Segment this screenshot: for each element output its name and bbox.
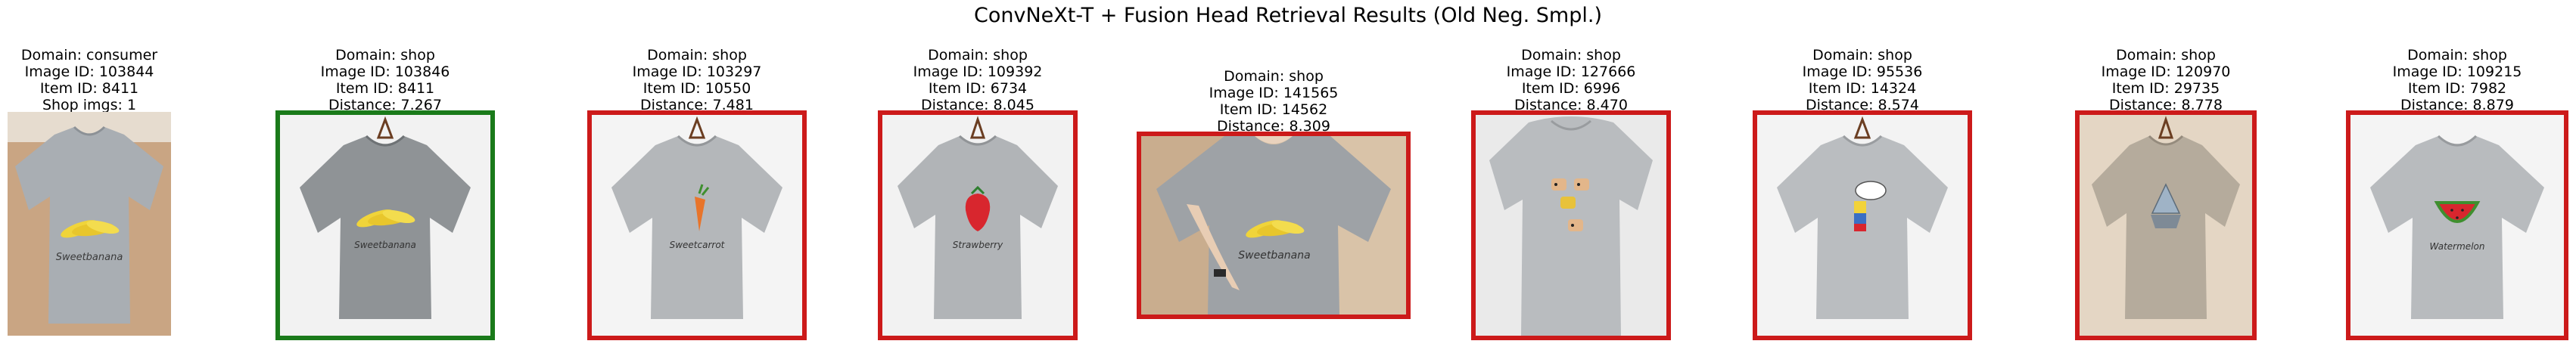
result-image-id: Image ID: 120970 xyxy=(2101,64,2231,80)
result-image-mismatch xyxy=(1753,110,1972,340)
tshirt-photo xyxy=(2080,115,2252,336)
query-domain: Domain: consumer xyxy=(20,47,158,64)
result-panel: Domain: shop Image ID: 120970 Item ID: 2… xyxy=(2075,0,2257,344)
result-item-id: Item ID: 29735 xyxy=(2111,80,2220,97)
result-panel: Domain: shop Image ID: 109215 Item ID: 7… xyxy=(2346,0,2568,344)
result-image-mismatch: Sweetbanana xyxy=(1137,132,1411,319)
tshirt-photo xyxy=(1476,115,1666,336)
result-panel: Domain: shop Image ID: 141565 Item ID: 1… xyxy=(1137,0,1411,344)
result-image-id: Image ID: 95536 xyxy=(1802,64,1923,80)
result-item-id: Item ID: 7982 xyxy=(2407,80,2507,97)
result-item-id: Item ID: 6734 xyxy=(928,80,1028,97)
result-item-id: Item ID: 6996 xyxy=(1521,80,1621,97)
result-domain: Domain: shop xyxy=(1812,47,1912,64)
result-caption: Domain: shop Image ID: 120970 Item ID: 2… xyxy=(2030,47,2302,113)
result-domain: Domain: shop xyxy=(2407,47,2507,64)
tshirt-photo: Sweetbanana xyxy=(1141,136,1406,315)
result-panel: Domain: shop Image ID: 103297 Item ID: 1… xyxy=(587,0,807,344)
result-image-mismatch: Watermelon xyxy=(2346,110,2568,340)
tshirt-photo: Strawberry xyxy=(882,115,1073,336)
tshirt-photo: Sweetcarrot xyxy=(592,115,802,336)
result-caption: Domain: shop Image ID: 95536 Item ID: 14… xyxy=(1707,47,2018,113)
result-caption: Domain: shop Image ID: 109392 Item ID: 6… xyxy=(832,47,1123,113)
result-image-mismatch: Strawberry xyxy=(878,110,1078,340)
result-domain: Domain: shop xyxy=(647,47,747,64)
tshirt-photo: Watermelon xyxy=(2350,115,2564,336)
result-item-id: Item ID: 14562 xyxy=(1219,101,1328,118)
result-domain: Domain: shop xyxy=(928,47,1028,64)
result-domain: Domain: shop xyxy=(1521,47,1621,64)
result-image-id: Image ID: 103846 xyxy=(320,64,450,80)
query-panel: Domain: consumer Image ID: 103844 Item I… xyxy=(8,0,171,344)
result-image-id: Image ID: 109392 xyxy=(913,64,1043,80)
result-domain: Domain: shop xyxy=(2116,47,2216,64)
result-domain: Domain: shop xyxy=(335,47,435,64)
result-caption: Domain: shop Image ID: 103297 Item ID: 1… xyxy=(542,47,852,113)
result-caption: Domain: shop Image ID: 141565 Item ID: 1… xyxy=(1091,68,1456,135)
result-caption: Domain: shop Image ID: 103846 Item ID: 8… xyxy=(230,47,540,113)
tshirt-photo xyxy=(1757,115,1968,336)
shirt-print-text: Sweetbanana xyxy=(56,252,123,263)
result-caption: Domain: shop Image ID: 109215 Item ID: 7… xyxy=(2301,47,2576,113)
query-image: Sweetbanana xyxy=(8,112,171,336)
result-image-mismatch xyxy=(1471,110,1671,340)
query-shop-imgs: Shop imgs: 1 xyxy=(42,97,137,113)
result-panel: Domain: shop Image ID: 127666 Item ID: 6… xyxy=(1471,0,1671,344)
query-caption: Domain: consumer Image ID: 103844 Item I… xyxy=(0,47,216,113)
result-item-id: Item ID: 14324 xyxy=(1808,80,1917,97)
result-image-mismatch xyxy=(2075,110,2257,340)
result-image-match: Sweetbanana xyxy=(275,110,495,340)
tshirt-photo: Sweetbanana xyxy=(280,115,490,336)
shirt-print-text: Sweetcarrot xyxy=(670,240,726,250)
result-panel: Domain: shop Image ID: 109392 Item ID: 6… xyxy=(878,0,1078,344)
result-image-id: Image ID: 141565 xyxy=(1209,85,1339,101)
result-image-id: Image ID: 127666 xyxy=(1506,64,1636,80)
shirt-print-text: Watermelon xyxy=(2430,241,2485,252)
result-panel: Domain: shop Image ID: 103846 Item ID: 8… xyxy=(275,0,495,344)
shirt-print-text: Sweetbanana xyxy=(354,240,416,250)
result-image-id: Image ID: 109215 xyxy=(2392,64,2522,80)
result-panel: Domain: shop Image ID: 95536 Item ID: 14… xyxy=(1753,0,1972,344)
result-item-id: Item ID: 10550 xyxy=(642,80,751,97)
result-item-id: Item ID: 8411 xyxy=(335,80,435,97)
result-image-mismatch: Sweetcarrot xyxy=(587,110,807,340)
result-caption: Domain: shop Image ID: 127666 Item ID: 6… xyxy=(1426,47,1716,113)
result-domain: Domain: shop xyxy=(1224,68,1324,85)
query-item-id: Item ID: 8411 xyxy=(39,80,139,97)
shirt-print-text: Sweetbanana xyxy=(1238,249,1310,262)
shirt-print-text: Strawberry xyxy=(953,240,1003,250)
tshirt-photo: Sweetbanana xyxy=(8,112,171,336)
query-image-id: Image ID: 103844 xyxy=(24,64,154,80)
result-image-id: Image ID: 103297 xyxy=(632,64,762,80)
